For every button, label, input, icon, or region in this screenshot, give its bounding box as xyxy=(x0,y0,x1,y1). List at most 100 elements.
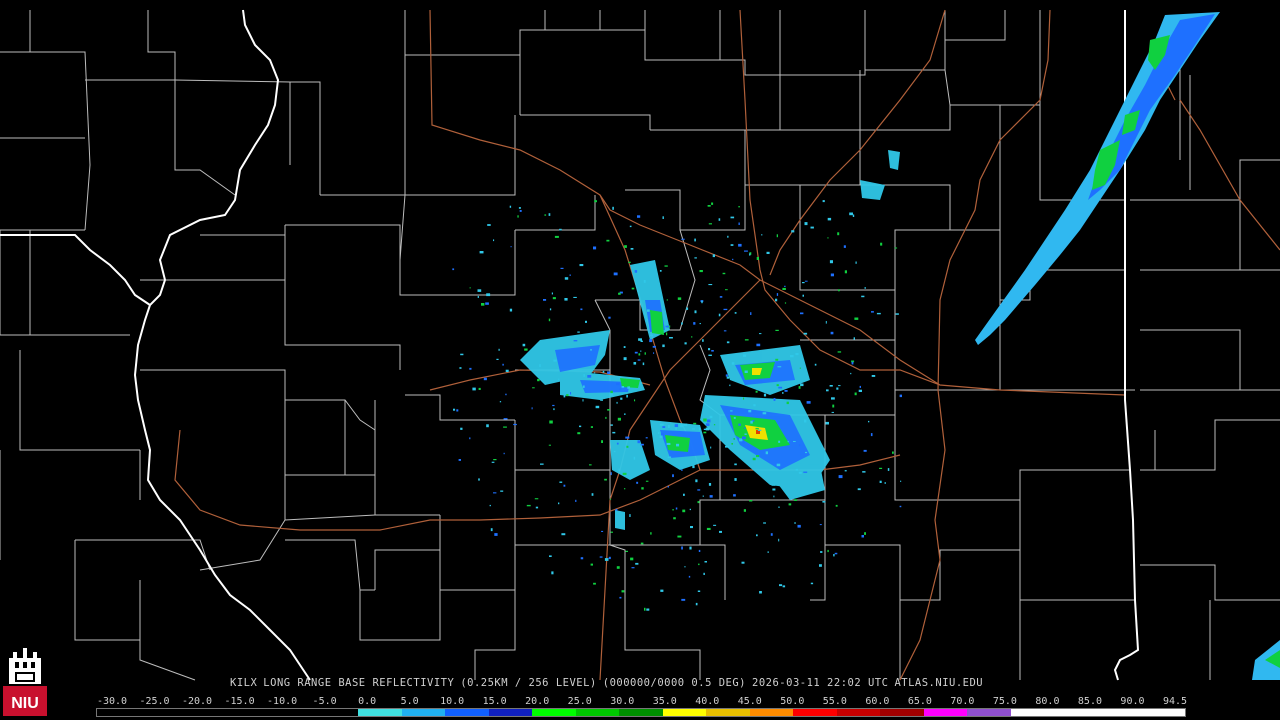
radar-speckle xyxy=(625,378,627,382)
radar-speckle xyxy=(621,590,625,593)
radar-speckle xyxy=(803,471,808,473)
radar-speckle xyxy=(518,207,521,209)
castle-tower-icon xyxy=(9,648,41,684)
radar-speckle xyxy=(776,293,779,296)
niu-logo: NIU xyxy=(3,648,47,716)
radar-speckle xyxy=(854,317,859,320)
radar-speckle xyxy=(503,426,507,428)
radar-speckle xyxy=(517,215,519,218)
colorbar-segment xyxy=(706,709,750,716)
radar-speckle xyxy=(742,440,745,444)
radar-speckle xyxy=(637,440,641,444)
radar-speckle xyxy=(723,330,727,332)
radar-speckle xyxy=(681,598,686,601)
radar-speckle xyxy=(766,251,770,254)
radar-speckle xyxy=(836,387,839,390)
radar-speckle xyxy=(776,384,779,387)
radar-speckle xyxy=(707,205,711,207)
radar-speckle xyxy=(711,202,714,205)
radar-speckle xyxy=(753,404,756,407)
radar-speckle xyxy=(730,410,733,412)
colorscale-tick: -5.0 xyxy=(312,696,337,707)
radar-speckle xyxy=(810,226,814,229)
colorbar-segment xyxy=(140,709,185,716)
radar-speckle xyxy=(739,438,743,442)
colorscale-tick: 45.0 xyxy=(737,696,762,707)
radar-speckle xyxy=(765,373,768,375)
radar-speckle xyxy=(675,507,678,510)
radar-speckle xyxy=(630,248,634,250)
radar-speckle xyxy=(697,489,701,491)
radar-speckle xyxy=(782,287,786,290)
radar-speckle xyxy=(630,557,634,561)
radar-speckle xyxy=(500,490,504,492)
radar-speckle xyxy=(864,287,866,289)
radar-speckle xyxy=(725,289,728,291)
radar-speckle xyxy=(593,582,596,585)
radar-speckle xyxy=(607,371,610,374)
radar-speckle xyxy=(650,532,652,535)
radar-speckle xyxy=(573,296,577,298)
radar-speckle xyxy=(743,509,746,512)
colorbar-segment xyxy=(445,709,489,716)
radar-speckle xyxy=(757,429,762,431)
radar-speckle xyxy=(675,427,677,430)
radar-speckle xyxy=(659,270,662,272)
radar-speckle xyxy=(626,394,628,398)
radar-speckle xyxy=(615,508,618,511)
radar-speckle xyxy=(560,267,564,269)
radar-speckle xyxy=(699,323,701,325)
radar-speckle xyxy=(833,554,835,557)
radar-speckle xyxy=(653,329,657,331)
radar-speckle xyxy=(743,397,745,400)
radar-speckle xyxy=(627,386,630,389)
radar-speckle xyxy=(755,427,759,430)
radar-speckle xyxy=(667,486,669,488)
radar-speckle xyxy=(734,478,737,481)
radar-speckle xyxy=(704,561,707,563)
radar-speckle xyxy=(750,420,753,424)
radar-speckle xyxy=(535,506,539,509)
radar-speckle xyxy=(709,415,713,418)
radar-speckle xyxy=(594,372,596,374)
radar-speckle xyxy=(677,297,682,300)
colorscale-tick: -10.0 xyxy=(267,696,298,707)
radar-speckle xyxy=(666,332,668,336)
radar-speckle xyxy=(684,566,686,568)
colorbar-segment xyxy=(793,709,837,716)
radar-speckle xyxy=(798,471,802,474)
radar-speckle xyxy=(664,265,668,267)
radar-speckle xyxy=(577,432,581,435)
radar-speckle xyxy=(710,446,712,449)
radar-speckle xyxy=(772,488,776,491)
colorbar-segment xyxy=(1141,709,1185,716)
radar-speckle xyxy=(605,416,607,419)
radar-speckle xyxy=(453,408,456,411)
radar-speckle xyxy=(595,405,600,409)
radar-speckle xyxy=(834,552,838,555)
radar-speckle xyxy=(849,212,853,216)
radar-speckle xyxy=(838,289,840,292)
radar-speckle xyxy=(822,200,825,203)
scatter-echoes xyxy=(452,200,902,611)
radar-echoes xyxy=(452,12,1280,680)
radar-speckle xyxy=(892,451,894,454)
colorscale-tick: 75.0 xyxy=(992,696,1017,707)
radar-speckle xyxy=(693,422,697,425)
colorbar-segment xyxy=(97,709,141,716)
radar-speckle xyxy=(580,557,584,560)
radar-speckle xyxy=(713,424,716,426)
radar-speckle xyxy=(830,331,834,335)
radar-speckle xyxy=(553,359,557,362)
radar-speckle xyxy=(804,280,808,282)
radar-speckle xyxy=(706,527,711,530)
radar-speckle xyxy=(590,563,593,566)
radar-speckle xyxy=(681,322,683,325)
radar-speckle xyxy=(802,294,804,297)
radar-speckle xyxy=(798,386,801,389)
radar-speckle xyxy=(773,398,776,401)
radar-speckle xyxy=(750,312,752,315)
radar-speckle xyxy=(623,357,627,361)
radar-speckle xyxy=(633,456,636,460)
radar-speckle xyxy=(795,468,798,471)
